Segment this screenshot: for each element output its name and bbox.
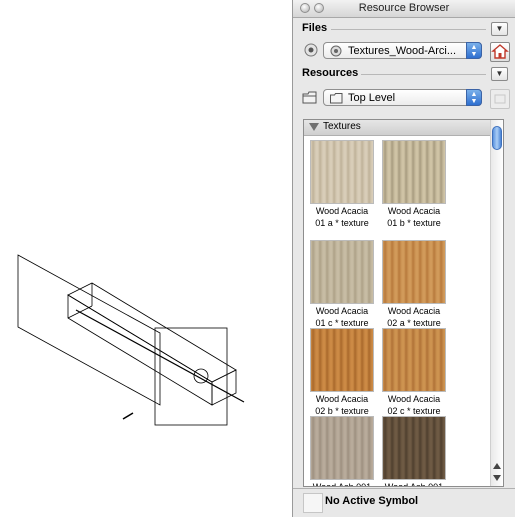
home-button[interactable] bbox=[490, 42, 510, 62]
group-label: Textures bbox=[323, 121, 361, 132]
active-symbol-status: No Active Symbol bbox=[325, 495, 419, 507]
scroll-down-arrow-icon[interactable] bbox=[493, 475, 501, 481]
drawing-svg bbox=[17, 254, 245, 426]
box-end bbox=[211, 369, 237, 406]
files-popup[interactable]: Textures_Wood-Arci... ▲ ▼ bbox=[323, 42, 482, 59]
active-symbol-thumbnail bbox=[303, 493, 323, 513]
files-popup-stepper: ▲ ▼ bbox=[466, 42, 482, 59]
file-disk-icon bbox=[330, 45, 342, 60]
texture-name: Wood Ash 001 bbox=[384, 482, 444, 487]
resources-popup-value: Top Level bbox=[348, 92, 396, 104]
texture-caption: Wood Acacia 01 c * texture bbox=[308, 305, 376, 329]
drawing-canvas[interactable] bbox=[0, 0, 292, 517]
files-divider bbox=[331, 29, 486, 30]
texture-name: Wood Acacia bbox=[387, 206, 441, 216]
palette-titlebar[interactable]: Resource Browser bbox=[293, 0, 515, 18]
files-label: Files bbox=[302, 22, 328, 34]
plane-shape bbox=[17, 254, 161, 406]
files-popup-value: Textures_Wood-Arci... bbox=[348, 45, 457, 57]
palette-footer: No Active Symbol bbox=[293, 488, 515, 517]
box-front bbox=[67, 294, 213, 406]
texture-caption: Wood Ash 001 bbox=[380, 481, 448, 487]
texture-thumbnail[interactable]: Wood Acacia 01 a * texture bbox=[308, 140, 376, 229]
texture-caption: Wood Acacia 02 c * texture bbox=[380, 393, 448, 417]
resources-popup-stepper: ▲ ▼ bbox=[466, 89, 482, 106]
texture-caption: Wood Acacia 01 b * texture bbox=[380, 205, 448, 229]
resource-list[interactable]: Textures Wood Acacia 01 a * texture Wood A… bbox=[303, 119, 504, 487]
texture-swatch bbox=[310, 240, 374, 304]
texture-swatch bbox=[382, 240, 446, 304]
texture-name: Wood Ash 001 bbox=[312, 482, 372, 487]
texture-thumbnail[interactable]: Wood Ash 001 bbox=[380, 416, 448, 487]
texture-name: Wood Acacia bbox=[315, 206, 369, 216]
texture-variant: 01 a * texture bbox=[315, 218, 369, 228]
files-menu-button[interactable]: ▼ bbox=[491, 22, 508, 36]
texture-swatch bbox=[382, 140, 446, 204]
texture-variant: 01 b * texture bbox=[387, 218, 441, 228]
texture-name: Wood Acacia bbox=[387, 394, 441, 404]
texture-caption: Wood Ash 001 bbox=[308, 481, 376, 487]
texture-thumbnail[interactable]: Wood Acacia 02 b * texture bbox=[308, 328, 376, 417]
resources-menu-button[interactable]: ▼ bbox=[491, 67, 508, 81]
resource-action-button[interactable] bbox=[490, 89, 510, 109]
resources-popup[interactable]: Top Level ▲ ▼ bbox=[323, 89, 482, 106]
disabled-action-icon bbox=[494, 94, 506, 104]
texture-name: Wood Acacia bbox=[315, 394, 369, 404]
texture-thumbnail[interactable]: Wood Acacia 02 a * texture bbox=[380, 240, 448, 329]
texture-swatch bbox=[310, 416, 374, 480]
texture-thumbnail[interactable]: Wood Acacia 01 c * texture bbox=[308, 240, 376, 329]
texture-swatch bbox=[382, 328, 446, 392]
texture-caption: Wood Acacia 02 b * texture bbox=[308, 393, 376, 417]
scroll-up-arrow-icon[interactable] bbox=[493, 463, 501, 469]
box-top bbox=[67, 282, 237, 383]
resource-browser-palette: Resource Browser Files ▼ Textures_Wood-A… bbox=[292, 0, 515, 517]
resources-divider bbox=[361, 74, 486, 75]
texture-caption: Wood Acacia 02 a * texture bbox=[380, 305, 448, 329]
scroll-thumb[interactable] bbox=[492, 126, 502, 150]
popup-folder-icon bbox=[330, 93, 343, 107]
folder-icon[interactable] bbox=[302, 91, 318, 108]
group-header-textures[interactable]: Textures bbox=[304, 120, 492, 136]
texture-swatch bbox=[382, 416, 446, 480]
texture-thumbnail[interactable]: Wood Acacia 02 c * texture bbox=[380, 328, 448, 417]
texture-thumbnail[interactable]: Wood Ash 001 bbox=[308, 416, 376, 487]
texture-swatch bbox=[310, 328, 374, 392]
file-icon bbox=[303, 42, 319, 58]
texture-caption: Wood Acacia 01 a * texture bbox=[308, 205, 376, 229]
texture-thumbnail[interactable]: Wood Acacia 01 b * texture bbox=[380, 140, 448, 229]
house-icon bbox=[491, 44, 509, 59]
vertical-scrollbar[interactable] bbox=[490, 120, 503, 486]
texture-name: Wood Acacia bbox=[315, 306, 369, 316]
disclosure-triangle-icon[interactable] bbox=[309, 123, 319, 131]
texture-swatch bbox=[310, 140, 374, 204]
texture-name: Wood Acacia bbox=[387, 306, 441, 316]
resources-label: Resources bbox=[302, 67, 359, 79]
palette-title: Resource Browser bbox=[358, 2, 450, 14]
